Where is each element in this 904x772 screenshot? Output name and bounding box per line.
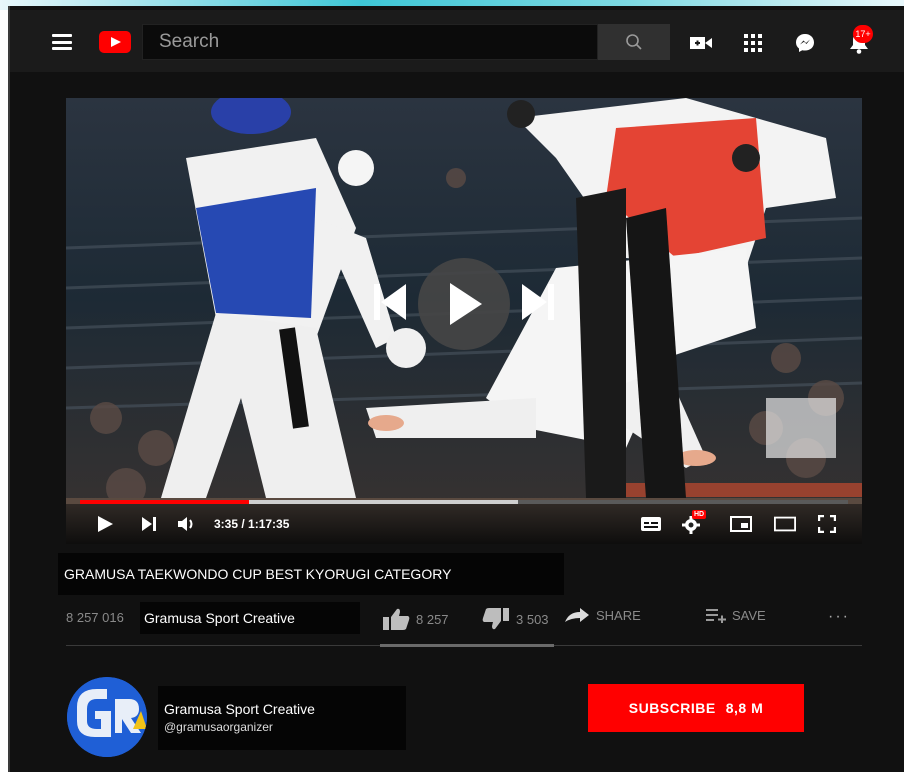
previous-video-button[interactable] xyxy=(372,282,408,322)
subtitles-icon xyxy=(641,517,661,531)
video-camera-add-icon xyxy=(690,37,712,49)
messages-button[interactable] xyxy=(794,32,816,54)
youtube-logo[interactable] xyxy=(99,31,131,53)
share-label: SHARE xyxy=(596,607,641,623)
next-button[interactable] xyxy=(138,514,160,534)
apps-grid-icon xyxy=(744,34,762,52)
share-button[interactable]: SHARE xyxy=(564,607,641,623)
time-display: 3:35 / 1:17:35 xyxy=(214,517,290,531)
player-controls: 3:35 / 1:17:35 HD xyxy=(66,504,862,544)
theater-mode-button[interactable] xyxy=(774,514,796,534)
channel-chip-label: Gramusa Sport Creative xyxy=(144,610,295,626)
scroll-indicator xyxy=(380,644,554,647)
subscribe-button[interactable]: SUBSCRIBE 8,8 M xyxy=(588,684,804,732)
thumbs-down-icon xyxy=(482,608,509,630)
channel-name[interactable]: Gramusa Sport Creative xyxy=(164,701,315,717)
messenger-icon xyxy=(796,34,814,52)
search-box xyxy=(142,24,598,60)
like-count: 8 257 xyxy=(416,611,449,627)
dislike-button[interactable]: 3 503 xyxy=(482,607,549,631)
large-play-button[interactable] xyxy=(418,258,510,350)
gramusa-logo xyxy=(67,677,147,757)
miniplayer-icon xyxy=(730,516,752,532)
play-small-icon xyxy=(98,516,113,532)
channel-info: Gramusa Sport Creative @gramusaorganizer xyxy=(158,686,406,750)
notification-count-badge: 17+ xyxy=(853,25,873,43)
hamburger-menu-icon[interactable] xyxy=(52,34,72,50)
subtitles-button[interactable] xyxy=(640,514,662,534)
subscriber-count: 8,8 M xyxy=(725,700,764,716)
fullscreen-icon xyxy=(818,515,836,533)
skip-next-icon xyxy=(522,284,554,320)
volume-button[interactable] xyxy=(176,514,198,534)
top-navbar: 17+ xyxy=(10,10,904,72)
dislike-count: 3 503 xyxy=(516,611,549,627)
video-title: GRAMUSA TAEKWONDO CUP BEST KYORUGI CATEG… xyxy=(64,566,452,582)
hd-badge: HD xyxy=(692,510,707,519)
more-actions-button[interactable]: ··· xyxy=(828,608,850,626)
skip-previous-icon xyxy=(374,284,406,320)
fullscreen-button[interactable] xyxy=(816,514,838,534)
next-video-button[interactable] xyxy=(520,282,556,322)
search-input[interactable] xyxy=(143,25,597,59)
playlist-add-icon xyxy=(706,609,726,623)
video-title-box: GRAMUSA TAEKWONDO CUP BEST KYORUGI CATEG… xyxy=(58,553,564,595)
save-label: SAVE xyxy=(732,607,766,623)
channel-handle[interactable]: @gramusaorganizer xyxy=(164,720,273,734)
miniplayer-button[interactable] xyxy=(730,514,752,534)
save-button[interactable]: SAVE xyxy=(706,607,766,623)
video-player[interactable]: 3:35 / 1:17:35 HD xyxy=(66,98,862,544)
theater-mode-icon xyxy=(774,516,796,532)
thumbs-up-icon xyxy=(383,608,410,630)
search-icon xyxy=(626,34,642,50)
volume-icon xyxy=(178,517,193,531)
share-arrow-icon xyxy=(565,608,589,622)
channel-avatar[interactable] xyxy=(67,677,147,757)
like-button[interactable]: 8 257 xyxy=(382,607,449,631)
create-video-button[interactable] xyxy=(690,32,712,54)
apps-button[interactable] xyxy=(742,32,764,54)
view-count: 8 257 016 xyxy=(66,610,124,625)
play-icon xyxy=(450,283,482,325)
play-button[interactable] xyxy=(94,514,116,534)
channel-name-chip[interactable]: Gramusa Sport Creative xyxy=(140,602,360,634)
search-button[interactable] xyxy=(598,24,670,60)
skip-next-small-icon xyxy=(142,517,156,531)
subscribe-label: SUBSCRIBE xyxy=(628,700,716,716)
